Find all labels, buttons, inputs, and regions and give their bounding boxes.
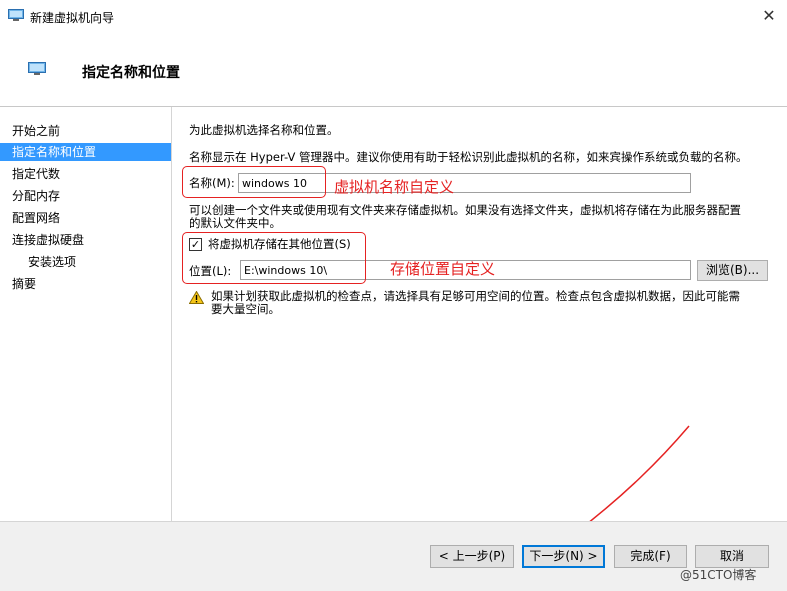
close-button[interactable]: ✕ — [756, 4, 782, 28]
name-description: 名称显示在 Hyper-V 管理器中。建议你使用有助于轻松识别此虚拟机的名称，如… — [189, 150, 748, 164]
sidebar-item-name-and-location[interactable]: 指定名称和位置 — [0, 143, 171, 161]
sidebar-item-virtual-hard-disk[interactable]: 连接虚拟硬盘 — [0, 231, 171, 249]
wizard-header: 指定名称和位置 — [0, 32, 787, 107]
sidebar-item-networking[interactable]: 配置网络 — [0, 209, 171, 227]
browse-button[interactable]: 浏览(B)... — [697, 260, 768, 281]
title-bar: 新建虚拟机向导 ✕ — [0, 0, 787, 32]
warning-text-line-1: 如果计划获取此虚拟机的检查点，请选择具有足够可用空间的位置。检查点包含虚拟机数据… — [211, 289, 740, 303]
location-highlight-box — [182, 232, 366, 284]
watermark: @51CTO博客 — [680, 568, 757, 582]
name-highlight-box — [182, 166, 326, 198]
sidebar-item-installation-options[interactable]: 安装选项 — [0, 253, 171, 271]
sidebar-item-before-you-begin[interactable]: 开始之前 — [0, 122, 171, 140]
finish-button[interactable]: 完成(F) — [614, 545, 687, 568]
name-annotation: 虚拟机名称自定义 — [334, 178, 455, 196]
page-title: 指定名称和位置 — [82, 65, 180, 81]
sidebar-item-summary[interactable]: 摘要 — [0, 275, 171, 293]
warning-text-line-2: 要大量空间。 — [211, 302, 280, 316]
warning-icon — [189, 291, 204, 304]
sidebar-item-generation[interactable]: 指定代数 — [0, 165, 171, 183]
next-button[interactable]: 下一步(N) > — [522, 545, 605, 568]
sidebar-item-memory[interactable]: 分配内存 — [0, 187, 171, 205]
intro-text: 为此虚拟机选择名称和位置。 — [189, 123, 339, 137]
previous-button[interactable]: < 上一步(P) — [430, 545, 514, 568]
close-icon: ✕ — [762, 6, 776, 25]
cancel-button[interactable]: 取消 — [695, 545, 769, 568]
hyper-v-icon — [8, 9, 24, 21]
window-title: 新建虚拟机向导 — [30, 11, 115, 25]
location-annotation: 存储位置自定义 — [390, 260, 496, 278]
folder-description-line-2: 的默认文件夹中。 — [189, 216, 281, 230]
virtual-machine-icon — [28, 62, 46, 75]
wizard-steps-sidebar: 开始之前 指定名称和位置 指定代数 分配内存 配置网络 连接虚拟硬盘 安装选项 … — [0, 107, 172, 521]
